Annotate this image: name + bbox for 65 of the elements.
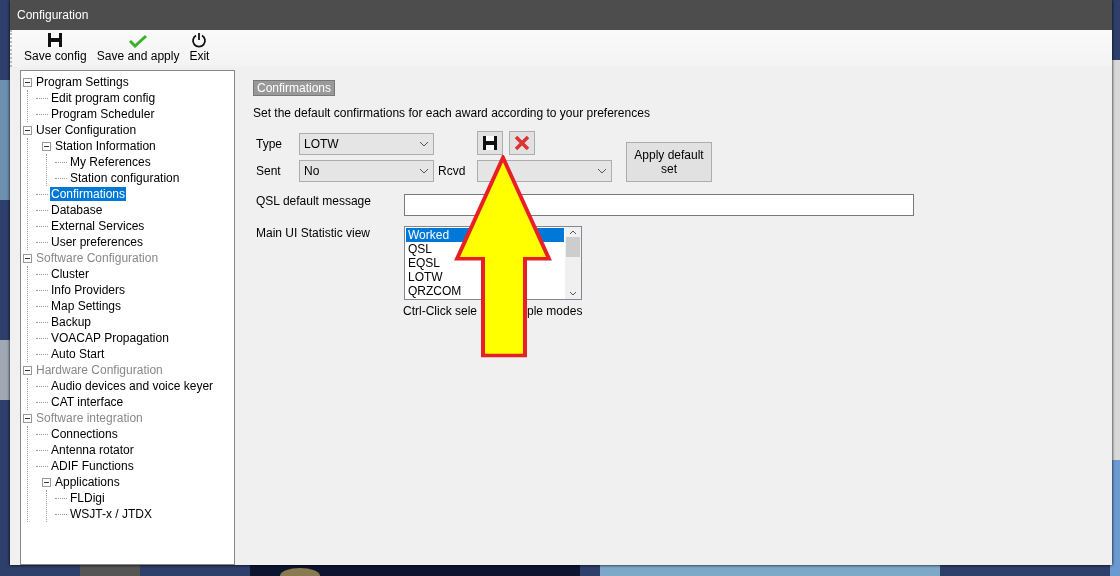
chevron-down-icon (419, 140, 429, 147)
tree-item[interactable]: Station configuration (69, 171, 181, 185)
chevron-down-icon (597, 167, 607, 174)
tree-item[interactable]: ADIF Functions (50, 459, 135, 473)
field-label: Rcvd (437, 163, 467, 178)
tree-item[interactable]: User preferences (50, 235, 145, 249)
tree-item[interactable]: Map Settings (50, 299, 123, 313)
field-label: Main UI Statistic view (255, 226, 372, 240)
field-label: Type (255, 136, 283, 151)
power-icon (191, 32, 208, 48)
tree-item[interactable]: Program Settings (35, 75, 130, 89)
collapse-icon[interactable] (42, 477, 51, 487)
tree-item[interactable]: Hardware Configuration (35, 363, 164, 377)
save-button[interactable] (477, 130, 503, 155)
tree-item[interactable]: User Configuration (35, 123, 138, 137)
qsl-message-field[interactable] (404, 194, 914, 216)
collapse-icon[interactable] (23, 253, 32, 263)
tree-item[interactable]: Database (50, 203, 104, 217)
tree-item[interactable]: Edit program config (50, 91, 157, 105)
tree-item[interactable]: Software integration (35, 411, 144, 425)
collapse-icon[interactable] (23, 413, 32, 423)
collapse-icon[interactable] (23, 365, 32, 375)
tree-item[interactable]: Software Configuration (35, 251, 160, 265)
tree-item[interactable]: FLDigi (69, 491, 106, 505)
window-title: Configuration (17, 8, 89, 22)
tree-item[interactable]: External Services (50, 219, 146, 233)
close-icon (514, 134, 530, 151)
collapse-icon[interactable] (23, 77, 32, 87)
hint-text: ple modes (527, 304, 583, 318)
field-label: Sent (255, 163, 282, 178)
tree-item[interactable]: Cluster (50, 267, 90, 281)
list-item[interactable]: LOTW (408, 270, 443, 284)
toolbar-button[interactable]: Save and apply (96, 32, 180, 67)
collapse-icon[interactable] (23, 125, 32, 135)
type-dropdown[interactable]: LOTW (299, 132, 434, 155)
delete-button[interactable] (509, 130, 535, 155)
checkmark-icon (129, 34, 148, 48)
chevron-down-icon (419, 167, 429, 174)
tree-item[interactable]: Confirmations (50, 187, 127, 201)
tree-item[interactable]: Backup (50, 315, 93, 329)
toolbar-button[interactable]: Save config (24, 30, 87, 67)
description: Set the default confirmations for each award according to your preferences (253, 106, 651, 120)
tree-item[interactable]: My References (69, 155, 152, 169)
scrollbar[interactable] (565, 227, 581, 299)
tree-item[interactable]: Audio devices and voice keyer (50, 379, 215, 393)
tree-item[interactable]: Applications (54, 475, 121, 489)
tree-item[interactable]: CAT interface (50, 395, 125, 409)
list-item[interactable]: QSL (408, 242, 432, 256)
tree-item[interactable]: Connections (50, 427, 119, 441)
list-item[interactable]: EQSL (408, 256, 440, 270)
tree-item[interactable]: Station Information (54, 139, 157, 153)
tree-item[interactable]: Info Providers (50, 283, 127, 297)
tree-item[interactable]: WSJT-x / JTDX (69, 507, 153, 521)
toolbar-button[interactable]: Exit (189, 30, 210, 67)
hint-text: Ctrl-Click sele (403, 304, 477, 318)
field-label: QSL default message (255, 194, 372, 208)
apply-default-set-button[interactable]: Apply default set (626, 142, 712, 182)
sent-dropdown[interactable]: No (299, 159, 434, 182)
section-heading: Confirmations (253, 80, 336, 96)
tree-item[interactable]: Program Scheduler (50, 107, 156, 121)
tree-item[interactable]: VOACAP Propagation (50, 331, 170, 345)
tree-item[interactable]: Antenna rotator (50, 443, 135, 457)
list-item[interactable]: QRZCOM (408, 284, 462, 298)
tree-item[interactable]: Auto Start (50, 347, 106, 361)
collapse-icon[interactable] (42, 141, 51, 151)
